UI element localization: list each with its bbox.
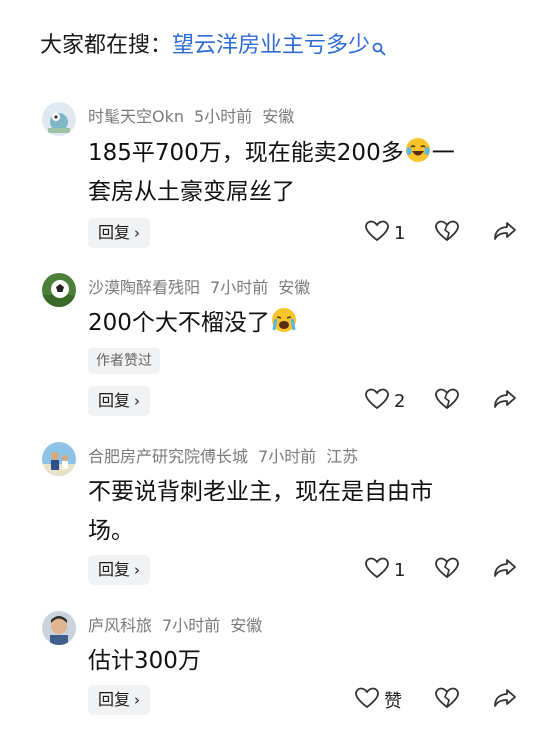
search-prefix-label: 大家都在搜： [40,33,173,58]
comment-text-line: 185平700万，现在能卖200多 [88,140,404,166]
comment-actions: 1 [360,555,530,585]
avatar[interactable] [42,273,76,307]
like-button[interactable]: 1 [364,218,405,248]
tears-of-joy-emoji [404,136,432,164]
username[interactable]: 合肥房产研究院傅长城 [88,447,248,466]
heart-outline-icon [354,686,380,714]
comment-text-line: 200个大不榴没了 [88,310,270,336]
location: 安徽 [278,278,311,297]
username[interactable]: 时髦天空Okn [88,107,184,126]
avatar[interactable] [42,611,76,645]
location: 安徽 [262,107,295,126]
comment-text-line: 不要说背刺老业主，现在是自由市 [88,479,433,505]
comment-actions: 2 [360,386,530,416]
author-liked-badge: 作者赞过 [88,348,160,374]
reply-label: 回复 [98,690,131,709]
comment-text: 185平700万，现在能卖200多 一 套房从土豪变屌丝了 [88,134,518,212]
heart-outline-icon [364,556,390,584]
share-arrow-icon [492,387,518,415]
like-button[interactable]: 1 [364,555,405,585]
share-arrow-icon [492,556,518,584]
reply-label: 回复 [98,560,131,579]
dislike-button[interactable] [434,386,460,416]
timestamp: 5小时前 [194,107,253,126]
reply-button[interactable]: 回复 › [88,555,151,585]
share-button[interactable] [492,555,518,585]
timestamp: 7小时前 [162,616,221,635]
timestamp: 7小时前 [210,278,269,297]
comment-text: 估计300万 [88,642,518,681]
broken-heart-icon [434,686,460,714]
username[interactable]: 庐风科旅 [88,616,152,635]
comment-text-line: 估计300万 [88,648,201,674]
chevron-right-icon: › [134,224,141,242]
chevron-right-icon: › [134,392,141,410]
comment-meta: 沙漠陶醉看残阳 7小时前 安徽 [88,277,320,299]
avatar[interactable] [42,102,76,136]
share-button[interactable] [492,218,518,248]
comment-meta: 合肥房产研究院傅长城 7小时前 江苏 [88,446,368,468]
broken-heart-icon [434,219,460,247]
reply-label: 回复 [98,391,131,410]
chevron-right-icon: › [134,561,141,579]
like-button[interactable]: 赞 [354,685,402,715]
share-arrow-icon [492,686,518,714]
comment-meta: 时髦天空Okn 5小时前 安徽 [88,106,304,128]
location: 安徽 [230,616,263,635]
reply-button[interactable]: 回复 › [88,386,151,416]
search-suggestion[interactable]: 大家都在搜：望云洋房业主亏多少 [40,28,386,68]
avatar[interactable] [42,442,76,476]
reply-label: 回复 [98,223,131,242]
share-button[interactable] [492,685,518,715]
share-arrow-icon [492,219,518,247]
search-icon [372,32,386,68]
location: 江苏 [326,447,359,466]
comment-text-line: 一 [431,140,455,166]
comment-text: 200个大不榴没了 [88,304,518,343]
like-count: 1 [394,559,406,581]
broken-heart-icon [434,556,460,584]
comment-text: 不要说背刺老业主，现在是自由市 场。 [88,473,518,551]
dislike-button[interactable] [434,555,460,585]
comment-actions: 赞 [355,685,530,715]
chevron-right-icon: › [134,691,141,709]
comment-text-line: 套房从土豪变屌丝了 [88,179,295,205]
reply-button[interactable]: 回复 › [88,685,151,715]
reply-button[interactable]: 回复 › [88,218,151,248]
search-query-link[interactable]: 望云洋房业主亏多少 [172,33,370,58]
like-count: 1 [394,222,406,244]
comment-meta: 庐风科旅 7小时前 安徽 [88,615,272,637]
timestamp: 7小时前 [258,447,317,466]
heart-outline-icon [364,387,390,415]
like-count: 赞 [384,691,402,712]
heart-outline-icon [364,219,390,247]
broken-heart-icon [434,387,460,415]
comment-text-line: 场。 [88,518,134,544]
share-button[interactable] [492,386,518,416]
username[interactable]: 沙漠陶醉看残阳 [88,278,200,297]
dislike-button[interactable] [434,685,460,715]
dislike-button[interactable] [434,218,460,248]
comment-actions: 1 [360,218,530,248]
like-button[interactable]: 2 [364,386,405,416]
like-count: 2 [394,390,406,412]
loudly-crying-emoji [270,306,298,334]
